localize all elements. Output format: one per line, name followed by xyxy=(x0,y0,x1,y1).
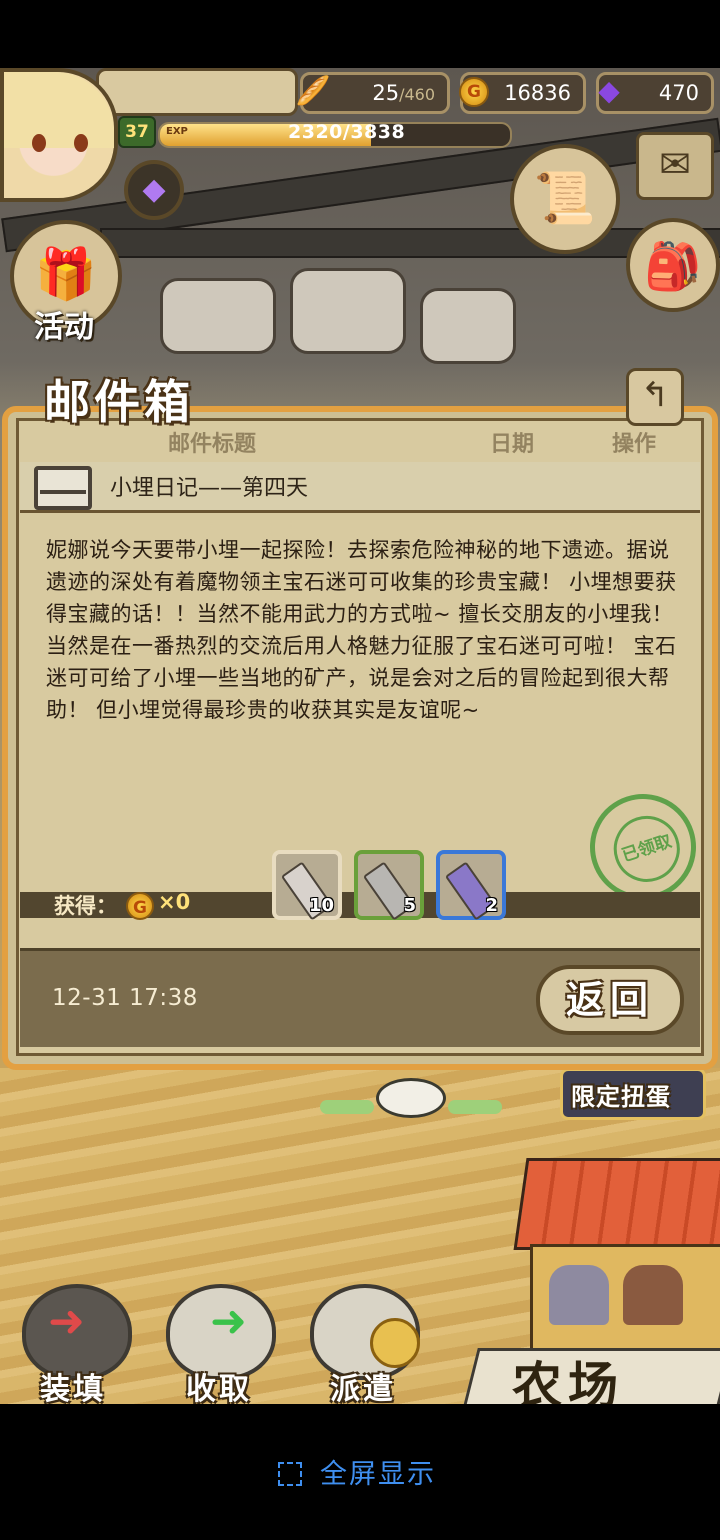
limited-gacha-label: 限定扭蛋 xyxy=(571,1083,671,1111)
column-header-title: 邮件标题 xyxy=(168,432,257,457)
white-radish-creature xyxy=(320,1078,502,1118)
envelope-icon: ✉ xyxy=(659,142,691,186)
limited-gacha-button[interactable]: 限定扭蛋 xyxy=(560,1068,706,1120)
collect-label: 收取 xyxy=(186,1372,252,1404)
player-avatar[interactable] xyxy=(0,68,118,202)
stone-tile xyxy=(420,288,516,364)
player-name-plate xyxy=(96,68,298,116)
reward-item-quantity: 10 xyxy=(308,895,334,916)
mail-subject: 小埋日记——第四天 xyxy=(110,476,309,501)
horse-icon xyxy=(623,1265,683,1325)
mail-footer: 12-31 17:38 返回 xyxy=(20,948,700,1047)
envelope-icon xyxy=(34,466,92,510)
backpack-button[interactable]: 🎒 xyxy=(626,218,720,312)
fullscreen-icon xyxy=(278,1462,302,1486)
gold-coin-icon: G xyxy=(126,892,154,920)
buy-gems-button[interactable]: ◆ xyxy=(124,160,184,220)
reward-item-quantity: 2 xyxy=(485,895,498,916)
fullscreen-label: 全屏显示 xyxy=(320,1459,436,1490)
mailbox-title: 邮件箱 xyxy=(44,375,194,429)
stamina-value: 25 xyxy=(372,81,400,105)
coin-stack-icon xyxy=(370,1318,420,1368)
exp-label: EXP xyxy=(166,126,188,137)
bread-icon: 🥖 xyxy=(295,74,331,107)
exp-bar: EXP 2320/3838 xyxy=(158,122,512,148)
column-header-date: 日期 xyxy=(490,432,535,457)
scroll-icon: 📜 xyxy=(533,169,597,227)
return-button[interactable]: 返回 xyxy=(536,965,684,1035)
gem-value: 470 xyxy=(658,81,699,105)
reward-item[interactable]: 5 xyxy=(354,850,424,921)
reward-label: 获得： xyxy=(54,894,117,918)
gift-box-icon: 🎁 xyxy=(34,245,98,303)
mail-body: 妮娜说今天要带小埋一起探险！去探索危险神秘的地下遗迹。据说遗迹的深处有着魔物领主… xyxy=(46,538,677,722)
fullscreen-link[interactable]: 全屏显示 xyxy=(278,1452,436,1492)
gold-counter: G 16836 xyxy=(459,72,586,114)
purple-gem-icon: ◆ xyxy=(598,74,620,107)
exp-value: 2320/3838 xyxy=(288,122,406,143)
stamina-max: /460 xyxy=(399,85,435,104)
player-level: 37 xyxy=(118,116,156,148)
game-viewport: 🥖 25/460 G 16836 ◆ 470 37 EXP 2320/3838 … xyxy=(0,68,720,1404)
reward-item[interactable]: 10 xyxy=(272,850,342,921)
barn[interactable] xyxy=(530,1244,720,1360)
load-arrow-icon: ➜ xyxy=(48,1296,85,1347)
claimed-stamp-text: 已领取 xyxy=(605,807,689,891)
farm-label: 农场 xyxy=(512,1357,624,1404)
quest-scroll-button[interactable]: 📜 xyxy=(510,144,620,254)
reward-item-quantity: 5 xyxy=(403,895,416,916)
dispatch-label: 派遣 xyxy=(330,1372,396,1404)
gem-counter: ◆ 470 xyxy=(596,72,714,114)
back-arrow-icon: ↰ xyxy=(640,375,670,415)
load-label: 装填 xyxy=(40,1372,106,1404)
collect-arrow-icon: ➜ xyxy=(210,1296,247,1347)
mail-subject-bar: 小埋日记——第四天 xyxy=(20,462,700,513)
horse-icon xyxy=(549,1265,609,1325)
mailbox-dialog: 邮件箱 ↰ 邮件标题 日期 操作 小埋日记——第四天 妮娜说今天要带小埋一起探险… xyxy=(2,368,718,1070)
stamina-counter: 🥖 25/460 xyxy=(296,72,450,114)
stone-tile xyxy=(290,268,406,354)
gold-coin-icon: G xyxy=(455,71,491,111)
stone-tile xyxy=(160,278,276,354)
barn-roof xyxy=(513,1158,720,1250)
backpack-icon: 🎒 xyxy=(644,239,702,293)
mail-button[interactable]: ✉ xyxy=(636,132,714,200)
close-mailbox-button[interactable]: ↰ xyxy=(626,368,684,426)
reward-item[interactable]: 2 xyxy=(436,850,506,921)
mail-timestamp: 12-31 17:38 xyxy=(52,985,198,1011)
reward-coin-count: ×0 xyxy=(158,890,191,914)
gem-plus-icon: ◆ xyxy=(142,172,166,207)
column-header-action: 操作 xyxy=(612,432,657,457)
event-label: 活动 xyxy=(34,310,94,345)
gold-value: 16836 xyxy=(504,81,571,105)
